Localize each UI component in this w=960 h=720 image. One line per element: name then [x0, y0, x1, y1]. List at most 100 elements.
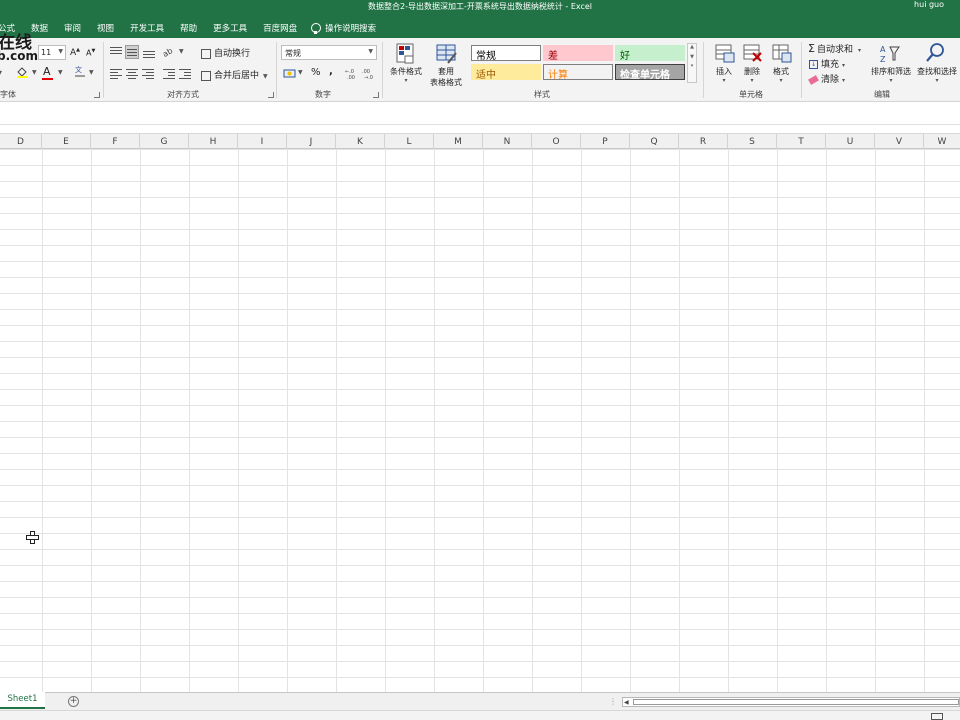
gridline — [581, 149, 582, 692]
orientation-button[interactable]: ab — [161, 45, 177, 59]
column-header-l[interactable]: L — [385, 134, 434, 149]
style-neutral[interactable]: 适中 — [471, 64, 541, 81]
align-middle-icon[interactable] — [125, 45, 139, 59]
column-header-g[interactable]: G — [140, 134, 189, 149]
align-left-icon[interactable] — [110, 69, 122, 79]
style-good[interactable]: 好 — [615, 45, 685, 62]
sort-filter-button[interactable]: 排序和筛选 ▾ — [868, 66, 914, 84]
fill-button[interactable]: ↓ 填充 ▾ — [809, 57, 845, 70]
column-header-i[interactable]: I — [238, 134, 287, 149]
style-calculation[interactable]: 计算 — [543, 64, 613, 81]
user-name[interactable]: hui guo — [914, 0, 944, 9]
merge-center-button[interactable]: 合并后居中 ▼ — [201, 68, 268, 81]
insert-cells-icon — [714, 43, 736, 63]
font-color-button[interactable]: A — [42, 65, 53, 80]
column-header-k[interactable]: K — [336, 134, 385, 149]
conditional-formatting-icon — [395, 43, 417, 64]
gallery-more-icon: ▾ — [690, 63, 694, 69]
format-as-table-button[interactable]: 套用 表格格式 — [424, 66, 468, 88]
tab-developer[interactable]: 开发工具 — [122, 22, 172, 34]
chevron-down-icon[interactable]: ▼ — [89, 69, 94, 76]
column-header-h[interactable]: H — [189, 134, 238, 149]
style-normal[interactable]: 常规 — [471, 45, 541, 62]
number-format-select[interactable]: 常规 ▼ — [281, 45, 377, 60]
fill-color-button[interactable] — [16, 66, 29, 78]
style-check-cell[interactable]: 检查单元格 — [615, 64, 685, 81]
tell-me-search[interactable]: 操作说明搜索 — [305, 22, 376, 34]
wrap-text-label: 自动换行 — [214, 49, 251, 59]
column-header-w[interactable]: W — [924, 134, 960, 149]
scroll-left-icon[interactable]: ◀ — [624, 699, 629, 706]
column-header-s[interactable]: S — [728, 134, 777, 149]
conditional-formatting-button[interactable]: 条件格式 ▾ — [387, 66, 425, 84]
tab-baidu-netdisk[interactable]: 百度网盘 — [255, 22, 305, 34]
increase-indent-icon[interactable] — [179, 69, 191, 79]
clear-button[interactable]: 清除 ▾ — [808, 72, 845, 85]
autosum-button[interactable]: Σ 自动求和 ▾ — [808, 42, 861, 55]
style-bad[interactable]: 差 — [543, 45, 613, 62]
tab-help[interactable]: 帮助 — [172, 22, 205, 34]
column-header-u[interactable]: U — [826, 134, 875, 149]
increase-decimal-button[interactable]: ←.0.00 — [345, 67, 359, 81]
sheet-tab-sheet1[interactable]: Sheet1 — [0, 692, 45, 709]
decrease-indent-icon[interactable] — [163, 69, 175, 79]
phonetic-button[interactable]: 文 — [74, 65, 86, 78]
percent-button[interactable]: % — [311, 67, 321, 78]
column-header-v[interactable]: V — [875, 134, 924, 149]
column-header-n[interactable]: N — [483, 134, 532, 149]
column-header-p[interactable]: P — [581, 134, 630, 149]
alignment-dialog-launcher[interactable] — [268, 92, 274, 98]
shrink-font-button[interactable]: A▼ — [86, 48, 95, 58]
scrollbar-thumb[interactable] — [633, 699, 959, 705]
chevron-down-icon[interactable]: ▼ — [179, 48, 184, 55]
align-center-icon[interactable] — [126, 69, 138, 79]
group-divider — [103, 42, 104, 98]
column-header-r[interactable]: R — [679, 134, 728, 149]
chevron-down-icon[interactable]: ▼ — [58, 69, 63, 76]
style-calculation-label: 计算 — [548, 70, 568, 81]
horizontal-scrollbar[interactable]: ◀ — [622, 697, 960, 707]
font-size-select[interactable]: 11 ▼ — [38, 45, 66, 60]
delete-button[interactable]: 删除 ▾ — [738, 66, 766, 84]
format-button[interactable]: 格式 ▾ — [767, 66, 795, 84]
column-header-m[interactable]: M — [434, 134, 483, 149]
column-header-d[interactable]: D — [0, 134, 42, 149]
tab-review[interactable]: 审阅 — [56, 22, 89, 34]
insert-label: 插入 — [716, 67, 732, 76]
insert-button[interactable]: 插入 ▾ — [710, 66, 738, 84]
format-as-table-label-1: 套用 — [438, 67, 454, 76]
comma-button[interactable]: , — [329, 66, 333, 77]
decrease-decimal-button[interactable]: .00 →.0 — [362, 67, 376, 81]
column-header-t[interactable]: T — [777, 134, 826, 149]
add-sheet-icon[interactable]: + — [68, 696, 79, 707]
fill-label: 填充 — [821, 60, 840, 70]
font-dialog-launcher[interactable] — [94, 92, 100, 98]
tab-split-handle[interactable]: ⋮ — [609, 697, 617, 706]
normal-view-icon[interactable] — [931, 713, 943, 720]
font-color-glyph: A — [43, 65, 51, 78]
wrap-text-button[interactable]: 自动换行 — [201, 46, 250, 59]
tab-view[interactable]: 视图 — [89, 22, 122, 34]
column-header-f[interactable]: F — [91, 134, 140, 149]
cell-grid[interactable] — [0, 149, 960, 692]
column-header-o[interactable]: O — [532, 134, 581, 149]
styles-gallery-scroller[interactable]: ▲ ▼ ▾ — [687, 43, 697, 83]
align-bottom-icon[interactable] — [143, 47, 155, 58]
grow-font-button[interactable]: A▲ — [70, 47, 80, 58]
formula-bar[interactable] — [0, 102, 960, 125]
gridline — [434, 149, 435, 692]
tab-more-tools[interactable]: 更多工具 — [205, 22, 255, 34]
align-top-icon[interactable] — [110, 47, 122, 57]
chevron-down-icon[interactable]: ▾ — [0, 68, 2, 79]
find-select-button[interactable]: 查找和选择 ▾ — [913, 66, 960, 84]
formula-gap — [0, 125, 960, 133]
align-right-icon[interactable] — [142, 69, 154, 79]
chevron-down-icon[interactable]: ▼ — [32, 69, 37, 76]
number-dialog-launcher[interactable] — [373, 92, 379, 98]
column-header-e[interactable]: E — [42, 134, 91, 149]
column-header-j[interactable]: J — [287, 134, 336, 149]
column-header-q[interactable]: Q — [630, 134, 679, 149]
format-as-table-icon — [436, 43, 458, 64]
chevron-down-icon[interactable]: ▼ — [298, 69, 303, 76]
accounting-format-button[interactable] — [283, 67, 297, 79]
